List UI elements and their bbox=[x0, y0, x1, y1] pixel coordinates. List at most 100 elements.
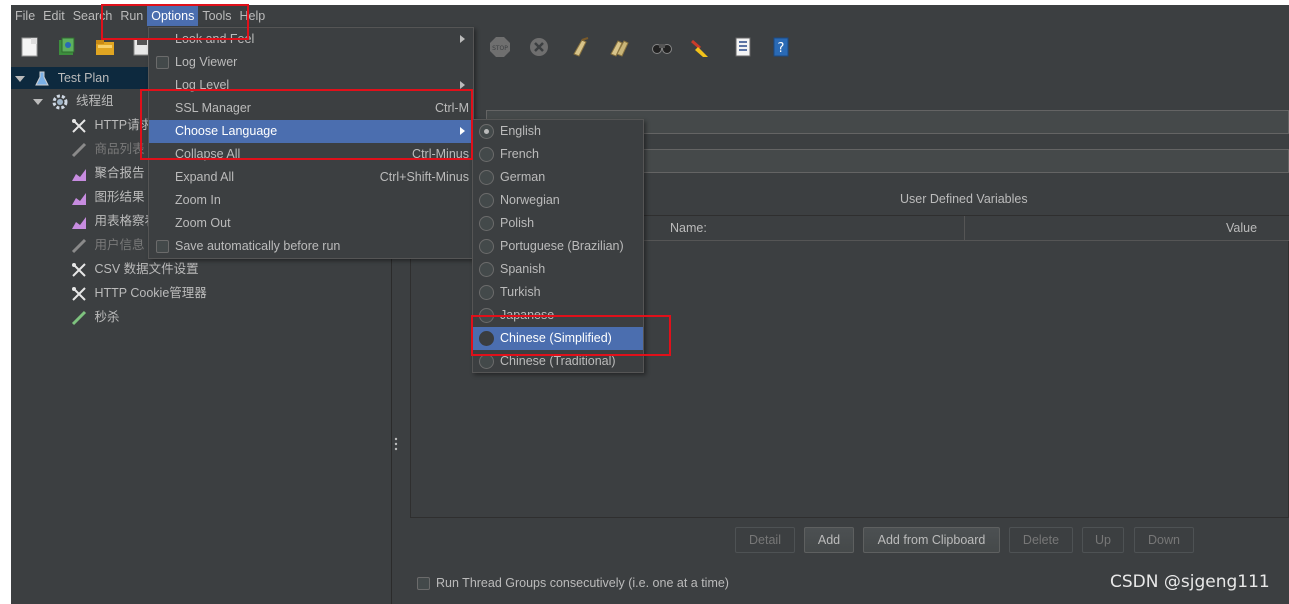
annotation-box-chinese bbox=[471, 315, 671, 356]
clear-icon[interactable] bbox=[570, 36, 592, 58]
tree-item-label: 图形结果 bbox=[94, 190, 145, 204]
language-turkish[interactable]: Turkish bbox=[473, 281, 643, 304]
svg-text:?: ? bbox=[778, 41, 785, 56]
clear-all-icon[interactable] bbox=[608, 36, 630, 58]
checkbox-icon[interactable] bbox=[156, 56, 169, 69]
config-element-icon bbox=[72, 286, 86, 301]
tree-item-label: CSV 数据文件设置 bbox=[94, 262, 199, 276]
radio-icon[interactable] bbox=[479, 285, 494, 300]
menu-item-log-viewer[interactable]: Log Viewer bbox=[149, 51, 473, 74]
tree-item-aggregate-report[interactable]: 聚合报告 bbox=[71, 162, 145, 184]
tree-item-label: 商品列表 bbox=[94, 142, 145, 156]
checkbox-icon[interactable] bbox=[156, 240, 169, 253]
language-portuguese-brazilian[interactable]: Portuguese (Brazilian) bbox=[473, 235, 643, 258]
tree-item-label: Test Plan bbox=[57, 71, 110, 85]
checkbox-box[interactable] bbox=[417, 577, 430, 591]
svg-text:STOP: STOP bbox=[492, 45, 508, 52]
tree-item-label: HTTP Cookie管理器 bbox=[94, 286, 207, 300]
stop-icon[interactable]: STOP bbox=[489, 36, 511, 58]
tree-item-cookie-manager[interactable]: HTTP Cookie管理器 bbox=[71, 282, 207, 304]
tree-item-label: 线程组 bbox=[75, 94, 114, 108]
run-consecutively-label: Run Thread Groups consecutively (i.e. on… bbox=[436, 576, 729, 590]
tree-item-csv-config[interactable]: CSV 数据文件设置 bbox=[71, 258, 199, 280]
language-label: Portuguese (Brazilian) bbox=[500, 239, 624, 253]
disabled-sampler-icon bbox=[71, 142, 87, 157]
language-label: German bbox=[500, 170, 546, 184]
radio-icon[interactable] bbox=[479, 216, 494, 231]
config-element-icon bbox=[72, 262, 86, 277]
menu-item-zoom-out[interactable]: Zoom Out bbox=[149, 212, 473, 235]
tree-item-flash-sale[interactable]: 秒杀 bbox=[71, 306, 120, 328]
down-button[interactable]: Down bbox=[1134, 527, 1194, 553]
radio-icon[interactable] bbox=[479, 239, 494, 254]
language-french[interactable]: French bbox=[473, 143, 643, 166]
menu-item-shortcut: Ctrl+Shift-Minus bbox=[379, 170, 469, 184]
tree-item-label: 用户信息 bbox=[94, 238, 145, 252]
language-label: Norwegian bbox=[500, 193, 560, 207]
radio-icon[interactable] bbox=[479, 170, 494, 185]
shutdown-icon[interactable] bbox=[528, 36, 550, 58]
chart-icon bbox=[72, 216, 86, 229]
radio-icon[interactable] bbox=[479, 262, 494, 277]
radio-icon[interactable] bbox=[479, 147, 494, 162]
language-german[interactable]: German bbox=[473, 166, 643, 189]
chevron-down-icon[interactable] bbox=[33, 98, 43, 105]
menu-item-label: Expand All bbox=[175, 170, 235, 184]
language-english[interactable]: English bbox=[473, 120, 643, 143]
up-button[interactable]: Up bbox=[1082, 527, 1124, 553]
menu-item-label: Zoom In bbox=[175, 193, 221, 207]
language-label: Spanish bbox=[500, 262, 546, 276]
radio-icon[interactable] bbox=[479, 193, 494, 208]
screen-left-edge bbox=[0, 0, 11, 604]
column-divider[interactable] bbox=[964, 216, 965, 241]
add-from-clipboard-button[interactable]: Add from Clipboard bbox=[863, 527, 1000, 553]
menu-item-expand-all[interactable]: Expand All Ctrl+Shift-Minus bbox=[149, 166, 473, 189]
annotation-box-options bbox=[101, 4, 249, 40]
menu-item-save-before-run[interactable]: Save automatically before run bbox=[149, 235, 473, 258]
column-header-value[interactable]: Value bbox=[1226, 221, 1257, 235]
column-header-name[interactable]: Name: bbox=[670, 221, 707, 235]
chevron-right-icon bbox=[460, 35, 465, 43]
tree-item-product-list[interactable]: 商品列表 bbox=[71, 138, 145, 160]
add-button[interactable]: Add bbox=[804, 527, 854, 553]
chart-icon bbox=[72, 192, 86, 205]
menu-item-label: Save automatically before run bbox=[175, 239, 341, 253]
tree-item-label: 秒杀 bbox=[94, 310, 120, 324]
tree-item-thread-group[interactable]: 线程组 bbox=[33, 90, 113, 112]
chevron-down-icon[interactable] bbox=[15, 75, 25, 82]
language-spanish[interactable]: Spanish bbox=[473, 258, 643, 281]
sampler-icon bbox=[71, 310, 87, 325]
reset-search-icon[interactable] bbox=[689, 36, 711, 58]
watermark: CSDN @sjgeng111 bbox=[1110, 572, 1270, 592]
language-norwegian[interactable]: Norwegian bbox=[473, 189, 643, 212]
templates-icon[interactable] bbox=[56, 36, 78, 58]
menu-file[interactable]: File bbox=[11, 6, 39, 26]
tree-item-label: 聚合报告 bbox=[94, 166, 145, 180]
language-label: Turkish bbox=[500, 285, 541, 299]
delete-button[interactable]: Delete bbox=[1009, 527, 1073, 553]
radio-selected-icon[interactable] bbox=[479, 124, 494, 139]
language-label: English bbox=[500, 124, 541, 138]
search-icon[interactable] bbox=[651, 36, 673, 58]
menu-item-zoom-in[interactable]: Zoom In bbox=[149, 189, 473, 212]
new-file-icon[interactable] bbox=[19, 36, 41, 58]
table-header bbox=[643, 216, 1289, 241]
disabled-sampler-icon bbox=[71, 238, 87, 253]
menu-item-label: Log Viewer bbox=[175, 55, 238, 69]
function-helper-icon[interactable] bbox=[732, 36, 754, 58]
tree-item-graph-results[interactable]: 图形结果 bbox=[71, 186, 145, 208]
flask-icon bbox=[35, 71, 50, 86]
tree-item-table-results[interactable]: 用表格察看 bbox=[71, 210, 157, 232]
sampler-icon bbox=[72, 118, 86, 133]
language-label: Polish bbox=[500, 216, 535, 230]
help-icon[interactable]: ? bbox=[770, 36, 792, 58]
detail-button[interactable]: Detail bbox=[735, 527, 795, 553]
menu-edit[interactable]: Edit bbox=[39, 6, 69, 26]
chevron-right-icon bbox=[460, 81, 465, 89]
language-polish[interactable]: Polish bbox=[473, 212, 643, 235]
tree-item-user-info[interactable]: 用户信息 bbox=[71, 234, 145, 256]
run-consecutively-checkbox[interactable]: Run Thread Groups consecutively (i.e. on… bbox=[417, 576, 729, 591]
drag-handle-icon[interactable] bbox=[394, 437, 398, 451]
menu-item-label: Zoom Out bbox=[175, 216, 231, 230]
radio-icon[interactable] bbox=[479, 354, 494, 369]
